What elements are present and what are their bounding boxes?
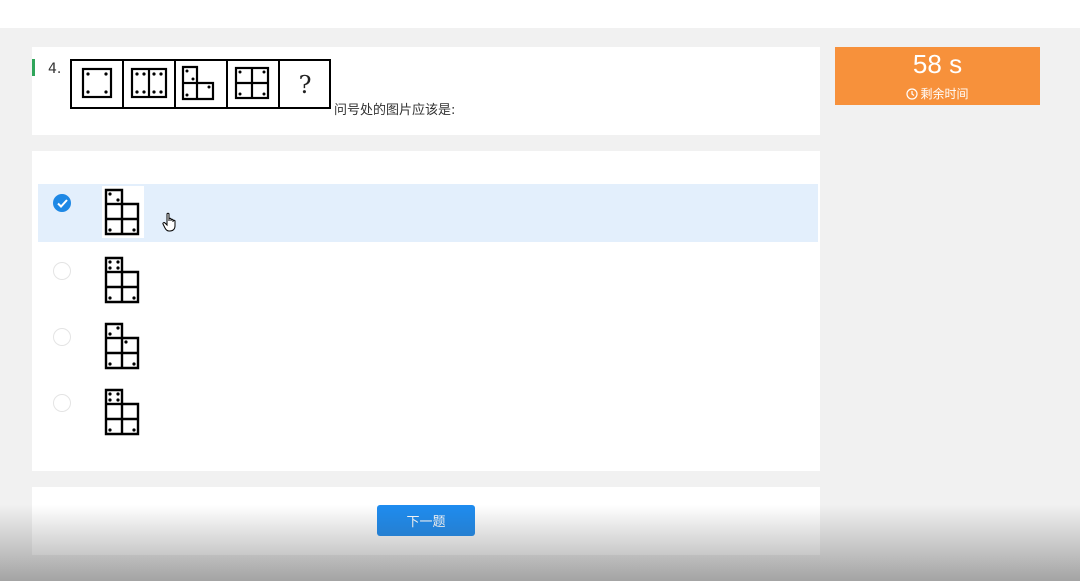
timer-label: 剩余时间: [920, 87, 969, 101]
top-bar: [0, 0, 1080, 28]
option-b-figure: [104, 256, 140, 304]
option-a-radio[interactable]: [53, 194, 71, 212]
options-card: [32, 151, 820, 471]
check-icon: [57, 199, 68, 208]
question-text: 问号处的图片应该是:: [334, 103, 456, 118]
hand-cursor-icon: [162, 212, 176, 232]
question-card: 4. ? 问号处的图片应该是:: [32, 47, 820, 135]
question-accent-bar: [32, 59, 35, 76]
countdown-timer: 58 s 剩余时间: [835, 47, 1040, 105]
sequence-figure-4: [234, 66, 270, 100]
option-c[interactable]: [38, 318, 818, 376]
sequence-question-mark: ?: [299, 71, 312, 99]
option-b[interactable]: [38, 252, 818, 310]
clock-icon: [906, 88, 919, 100]
question-number: 4.: [48, 61, 62, 77]
option-d-radio[interactable]: [53, 394, 71, 412]
question-figure-sequence: ?: [70, 59, 331, 109]
option-c-radio[interactable]: [53, 328, 71, 346]
option-a[interactable]: [38, 184, 818, 242]
timer-label-row: 剩余时间: [835, 85, 1040, 102]
navigation-card: 下一题: [32, 487, 820, 555]
option-d[interactable]: [38, 384, 818, 442]
next-question-button[interactable]: 下一题: [377, 505, 475, 536]
option-d-figure: [104, 388, 140, 436]
option-a-figure: [102, 186, 144, 238]
timer-value: 58 s: [912, 49, 963, 79]
option-c-figure: [104, 322, 140, 370]
option-b-radio[interactable]: [53, 262, 71, 280]
